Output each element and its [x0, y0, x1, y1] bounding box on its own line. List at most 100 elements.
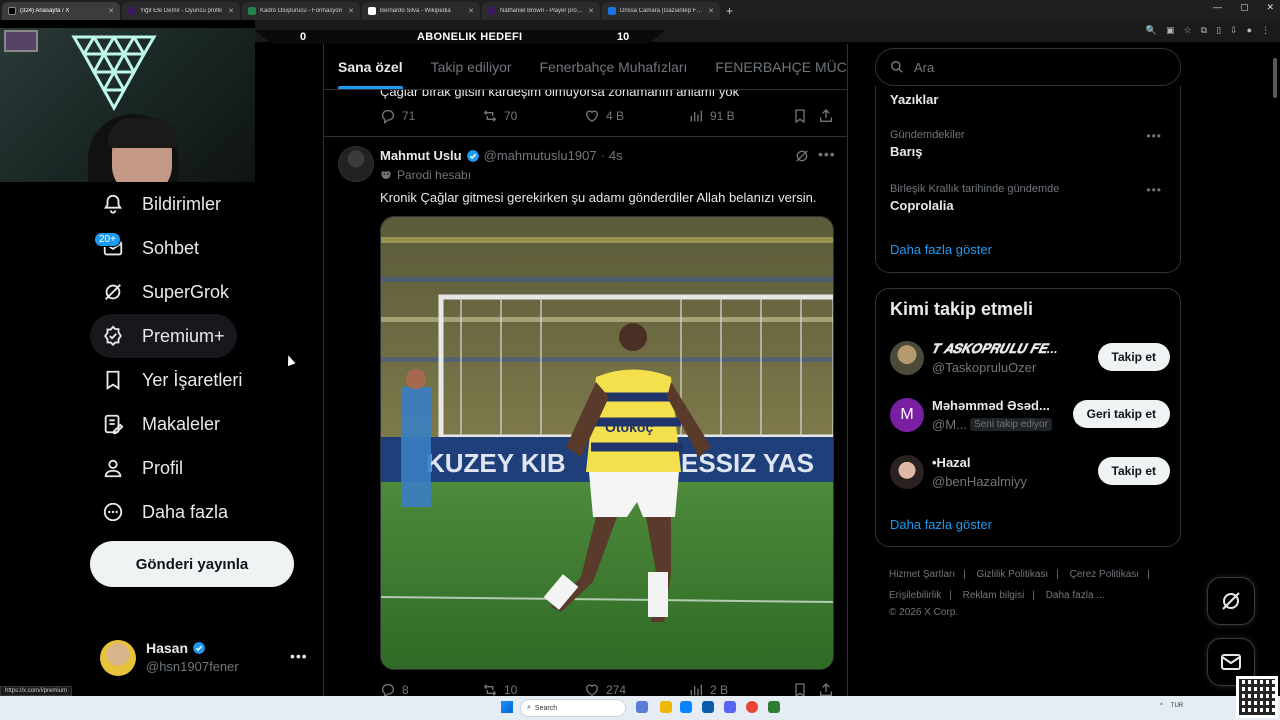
trend-more-icon[interactable]: •••	[1146, 183, 1162, 197]
close-tab-icon[interactable]: ✕	[348, 7, 354, 15]
chevron-up-icon[interactable]: ^	[1160, 703, 1163, 709]
browser-tab[interactable]: Bernardo Silva - Wikipedia ✕	[362, 2, 480, 20]
language-indicator[interactable]: TUR	[1171, 703, 1183, 709]
footer-link-cookies[interactable]: Çerez Politikası	[1070, 569, 1139, 580]
footer-link-privacy[interactable]: Gizlilik Politikası	[977, 569, 1049, 580]
share-button[interactable]	[818, 682, 834, 696]
sidebar-item-profile[interactable]: Profil	[90, 446, 195, 490]
trend-more-icon[interactable]: •••	[1146, 129, 1162, 143]
menu-icon[interactable]: ⋮	[1261, 25, 1270, 36]
follow-suggestion[interactable]: 𝑻 𝑨𝑺𝑲𝑶𝑷𝑹𝑼𝑳𝑼 𝑭𝑬... @TaskopruluOzer Takip …	[890, 339, 1170, 379]
sidepanel-icon[interactable]: ▯	[1216, 25, 1221, 36]
close-tab-icon[interactable]: ✕	[228, 7, 234, 15]
sidebar-item-articles[interactable]: Makaleler	[90, 402, 232, 446]
qr-code	[1236, 676, 1278, 718]
system-tray: ^ TUR	[1160, 703, 1183, 709]
footer-link-ads[interactable]: Reklam bilgisi	[963, 590, 1025, 601]
grok-icon[interactable]	[794, 148, 810, 164]
share-button[interactable]	[818, 108, 834, 124]
follow-button[interactable]: Takip et	[1097, 457, 1170, 485]
new-tab-button[interactable]: +	[726, 2, 733, 20]
reply-button[interactable]: 71	[380, 108, 415, 124]
browser-tab[interactable]: Yiğit Efe Demir - Oyuncu profili ✕	[122, 2, 240, 20]
footer-link-accessibility[interactable]: Erişilebilirlik	[889, 590, 941, 601]
tab-label: (324) Anasayfa / X	[20, 8, 70, 14]
browser-tab[interactable]: Nathaniel Brown - Player profile ✕	[482, 2, 600, 20]
follow-suggestion[interactable]: M Məhəmməd Əsəd... @M... Seni takip ediy…	[890, 396, 1170, 436]
like-button[interactable]: 4 B	[584, 108, 624, 124]
tweet-time[interactable]: 4s	[609, 148, 623, 163]
tweet-author-name[interactable]: Mahmut Uslu	[380, 148, 462, 163]
app-icon[interactable]	[768, 701, 780, 713]
browser-tab[interactable]: Drissa Camara (Gaziantep FK) ... ✕	[602, 2, 720, 20]
cast-icon[interactable]: ▣	[1166, 25, 1175, 36]
zoom-icon[interactable]: 🔍	[1146, 25, 1157, 36]
sidebar-item-bookmarks[interactable]: Yer İşaretleri	[90, 358, 254, 402]
edge-icon[interactable]	[680, 701, 692, 713]
extensions-icon[interactable]: ⧉	[1201, 25, 1207, 36]
browser-tab[interactable]: (324) Anasayfa / X ✕	[2, 2, 120, 20]
follow-suggestion[interactable]: •Hazal @benHazalmiyy Takip et	[890, 453, 1170, 493]
sidebar-item-more[interactable]: Daha fazla	[90, 490, 240, 534]
bookmark-button[interactable]	[792, 108, 808, 124]
post-button[interactable]: Gönderi yayınla	[90, 541, 294, 587]
sidebar-item-supergrok[interactable]: SuperGrok	[90, 270, 241, 314]
chrome-icon[interactable]	[746, 701, 758, 713]
follow-back-button[interactable]: Geri takip et	[1072, 400, 1170, 428]
views-button[interactable]: 2 B	[688, 682, 728, 696]
search-input[interactable]: Ara	[875, 48, 1181, 86]
files-icon[interactable]	[660, 701, 672, 713]
reply-count: 8	[402, 683, 409, 696]
repost-button[interactable]: 70	[482, 108, 517, 124]
parody-label-text: Parodi hesabı	[397, 168, 472, 182]
scrollbar-thumb[interactable]	[1273, 58, 1277, 98]
browser-tab[interactable]: Kadro Oluşturucu - Formasyon ✕	[242, 2, 360, 20]
account-switcher[interactable]: Hasan @hsn1907fener •••	[100, 638, 310, 678]
close-tab-icon[interactable]: ✕	[108, 7, 114, 15]
scrollbar[interactable]	[1272, 44, 1278, 696]
bookmark-button[interactable]	[792, 682, 808, 696]
footer-separator: |	[1032, 590, 1035, 601]
trend-item[interactable]: Birleşik Krallık tarihinde gündemde Copr…	[890, 183, 1170, 213]
store-icon[interactable]	[702, 701, 714, 713]
start-icon[interactable]	[501, 701, 513, 713]
maximize-icon[interactable]: ▢	[1240, 2, 1249, 13]
star-icon[interactable]: ☆	[1184, 25, 1192, 36]
sidebar-item-premium[interactable]: Premium+	[90, 314, 237, 358]
bookmark-icon	[106, 370, 120, 390]
follows-you-badge: Seni takip ediyor	[970, 418, 1052, 431]
follow-button[interactable]: Takip et	[1097, 343, 1170, 371]
account-more-icon[interactable]: •••	[290, 648, 308, 664]
show-more-link[interactable]: Daha fazla göster	[890, 242, 992, 257]
sidebar-item-notifications[interactable]: Bildirimler	[90, 182, 233, 226]
close-tab-icon[interactable]: ✕	[468, 7, 474, 15]
close-tab-icon[interactable]: ✕	[588, 7, 594, 15]
views-button[interactable]: 91 B	[688, 108, 735, 124]
tab-following[interactable]: Takip ediliyor	[417, 44, 526, 89]
like-count: 4 B	[606, 109, 625, 123]
footer-link-terms[interactable]: Hizmet Şartları	[889, 569, 955, 580]
minimize-icon[interactable]: —	[1213, 2, 1222, 13]
tab-for-you[interactable]: Sana özel	[324, 44, 417, 89]
footer-link-more[interactable]: Daha fazla ...	[1046, 590, 1105, 601]
tab-fenerbahce-mucadele[interactable]: FENERBAHÇE MÜCADE	[701, 44, 847, 89]
sidebar-item-chat[interactable]: 20+ Sohbet	[90, 226, 211, 270]
avatar[interactable]	[338, 146, 374, 182]
like-button[interactable]: 274	[584, 682, 626, 696]
discord-icon[interactable]	[724, 701, 736, 713]
downloads-icon[interactable]: ⇩	[1230, 25, 1238, 36]
repost-button[interactable]: 10	[482, 682, 517, 696]
profile-icon[interactable]: ●	[1247, 25, 1252, 36]
taskbar-search-input[interactable]: ⌕ Search	[520, 699, 626, 717]
trend-item[interactable]: Gündemdekiler Barış •••	[890, 129, 1170, 159]
close-tab-icon[interactable]: ✕	[708, 7, 714, 15]
reply-button[interactable]: 8	[380, 682, 409, 696]
taskview-icon[interactable]	[636, 701, 648, 713]
show-more-link[interactable]: Daha fazla göster	[890, 517, 992, 532]
tweet-author-handle[interactable]: @mahmutuslu1907	[484, 148, 597, 163]
tab-fenerbahce-muhafizlari[interactable]: Fenerbahçe Muhafızları	[526, 44, 702, 89]
tweet-more-icon[interactable]: •••	[818, 146, 836, 162]
tweet-media-image[interactable]: KUZEY KIB ESSIZ YAS Otokoç	[380, 216, 834, 670]
grok-fab-button[interactable]	[1207, 577, 1255, 625]
close-window-icon[interactable]: ✕	[1266, 2, 1274, 13]
